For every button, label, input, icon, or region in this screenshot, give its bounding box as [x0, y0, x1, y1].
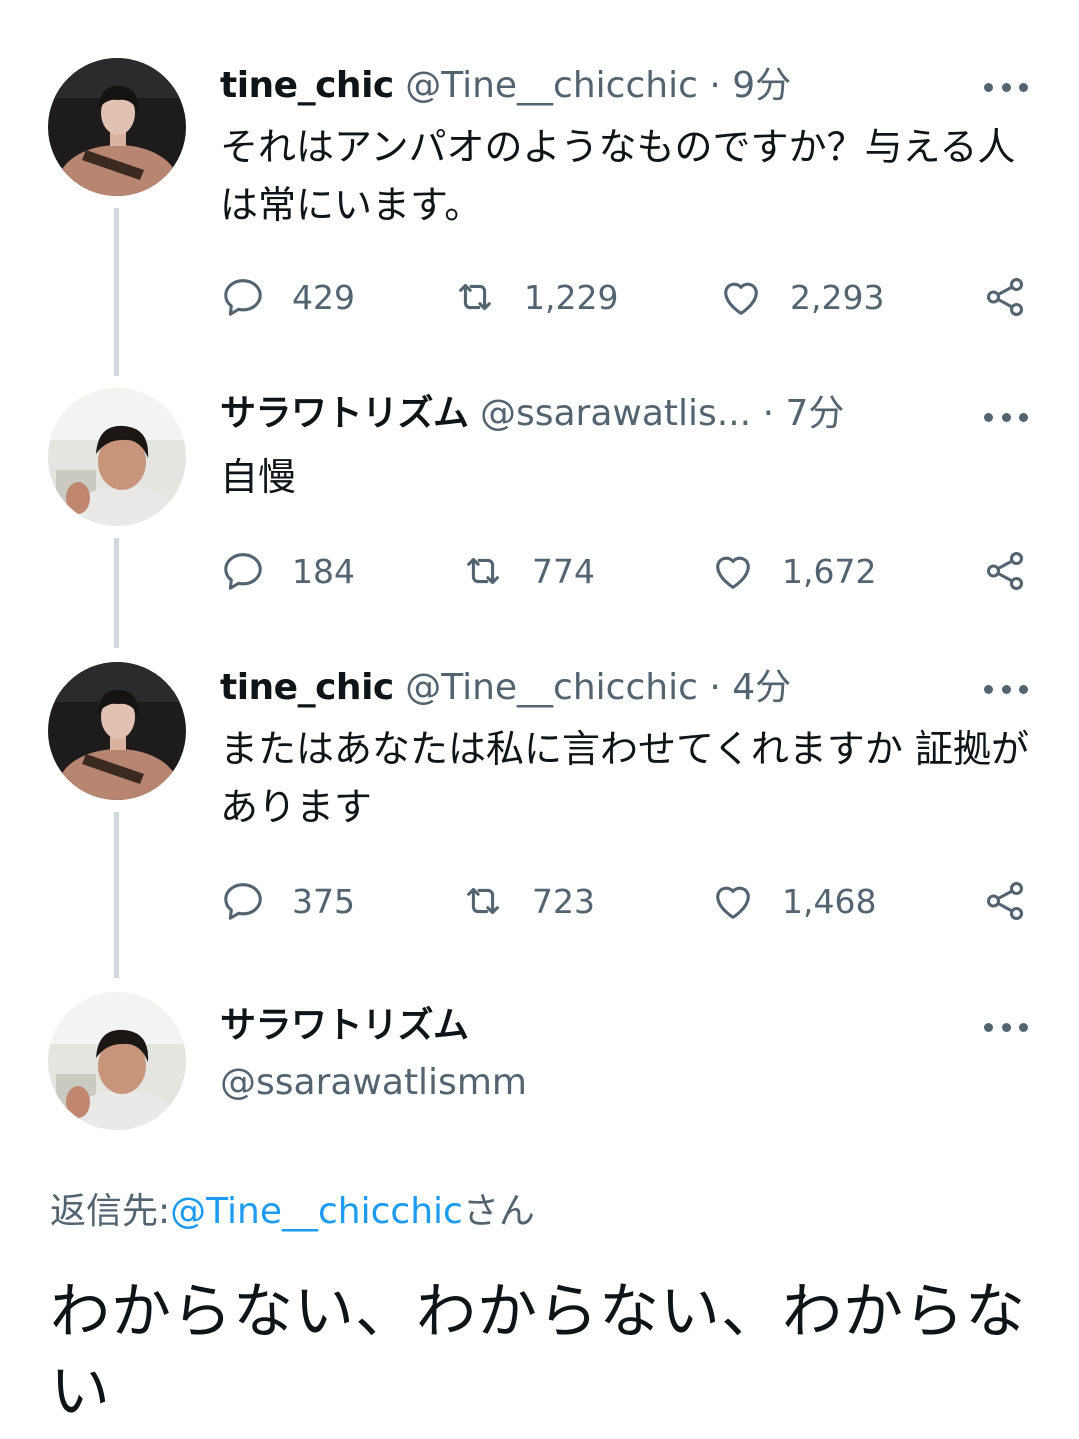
- like-count: 1,672: [782, 551, 877, 591]
- retweet-button[interactable]: 723: [460, 876, 595, 926]
- tweet-header: tine_chic @Tine__chicchic · 9分: [220, 64, 791, 108]
- reply-to-link[interactable]: @Tine__chicchic: [170, 1191, 463, 1232]
- reply-count: 184: [292, 551, 355, 591]
- user-handle[interactable]: @Tine__chicchic: [405, 667, 698, 708]
- like-count: 1,468: [782, 881, 877, 921]
- reply-context: 返信先:@Tine__chicchicさん: [50, 1182, 535, 1234]
- retweet-count: 774: [532, 551, 595, 591]
- more-dots-icon[interactable]: [984, 80, 1028, 94]
- like-button[interactable]: 1,468: [710, 876, 876, 926]
- reply-bubble-icon: [220, 548, 266, 594]
- reply-button[interactable]: 429: [220, 272, 355, 322]
- more-dots-icon[interactable]: [984, 410, 1028, 424]
- avatar[interactable]: [48, 58, 186, 196]
- reply-button[interactable]: 184: [220, 546, 355, 596]
- tweet-text: またはあなたは私に言わせてくれますか 証拠があります: [220, 727, 1029, 829]
- share-icon[interactable]: [982, 274, 1028, 320]
- avatar[interactable]: [48, 992, 186, 1130]
- reply-button[interactable]: 375: [220, 876, 355, 926]
- avatar[interactable]: [48, 662, 186, 800]
- more-dots-icon[interactable]: [984, 682, 1028, 696]
- retweet-count: 1,229: [524, 277, 619, 317]
- timestamp[interactable]: 4分: [732, 667, 791, 708]
- retweet-button[interactable]: 1,229: [452, 272, 618, 322]
- user-handle[interactable]: @ssarawatlis...: [480, 393, 751, 434]
- tweet-actions: 375 723 1,468: [220, 876, 1050, 926]
- like-count: 2,293: [790, 277, 885, 317]
- display-name[interactable]: tine_chic: [220, 65, 394, 106]
- separator: ·: [709, 667, 721, 708]
- retweet-icon: [452, 274, 498, 320]
- separator: ·: [762, 393, 775, 434]
- reply-suffix: さん: [462, 1191, 535, 1232]
- reply-count: 375: [292, 881, 355, 921]
- display-name[interactable]: サラワトリズム: [220, 393, 469, 434]
- share-icon[interactable]: [982, 878, 1028, 924]
- retweet-button[interactable]: 774: [460, 546, 595, 596]
- retweet-count: 723: [532, 881, 595, 921]
- more-dots-icon[interactable]: [984, 1020, 1028, 1034]
- timestamp[interactable]: 9分: [732, 65, 791, 106]
- avatar[interactable]: [48, 388, 186, 526]
- focused-display-name[interactable]: サラワトリズム: [220, 1004, 469, 1048]
- like-button[interactable]: 2,293: [718, 272, 884, 322]
- tweet-header: サラワトリズム @ssarawatlis... · 7分: [220, 392, 844, 436]
- heart-icon: [710, 548, 756, 594]
- tweet-actions: 429 1,229 2,293: [220, 272, 1050, 322]
- timestamp[interactable]: 7分: [785, 393, 844, 434]
- thread-line: [114, 538, 119, 648]
- thread-line: [114, 812, 119, 978]
- tweet-header: tine_chic @Tine__chicchic · 4分: [220, 666, 791, 710]
- focused-user-handle[interactable]: @ssarawatlismm: [220, 1062, 527, 1103]
- retweet-icon: [460, 548, 506, 594]
- tweet-actions: 184 774 1,672: [220, 546, 1050, 596]
- display-name[interactable]: tine_chic: [220, 667, 394, 708]
- display-name[interactable]: サラワトリズム: [220, 1005, 469, 1046]
- tweet-text: 自慢: [220, 455, 297, 499]
- reply-bubble-icon: [220, 878, 266, 924]
- reply-count: 429: [292, 277, 355, 317]
- heart-icon: [718, 274, 764, 320]
- like-button[interactable]: 1,672: [710, 546, 876, 596]
- heart-icon: [710, 878, 756, 924]
- user-handle[interactable]: @Tine__chicchic: [405, 65, 698, 106]
- reply-prefix: 返信先:: [50, 1191, 171, 1232]
- share-icon[interactable]: [982, 548, 1028, 594]
- focused-tweet-text: わからない、わからない、わからない: [50, 1277, 1026, 1427]
- reply-bubble-icon: [220, 274, 266, 320]
- thread-line: [114, 208, 119, 376]
- retweet-icon: [460, 878, 506, 924]
- separator: ·: [709, 65, 721, 106]
- tweet-text: それはアンパオのようなものですか？与える人は常にいます。: [220, 125, 1016, 227]
